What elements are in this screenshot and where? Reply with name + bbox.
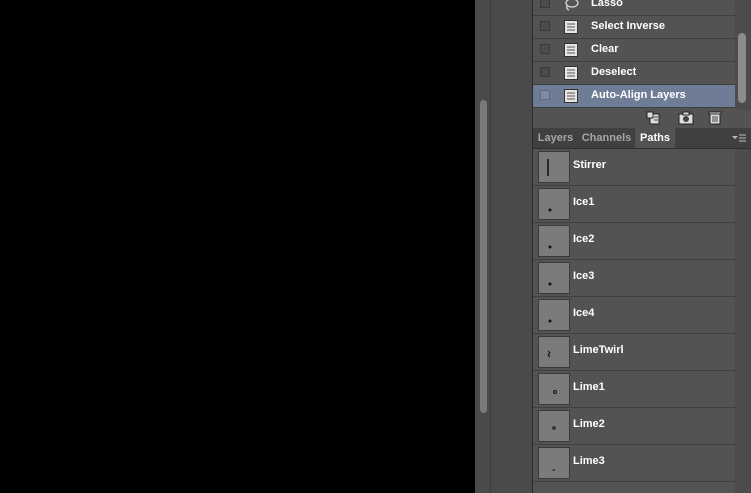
tab-layers[interactable]: Layers bbox=[533, 128, 578, 148]
path-item-lime2[interactable]: Lime2 bbox=[533, 408, 735, 445]
path-item-limetwirl[interactable]: LimeTwirl bbox=[533, 334, 735, 371]
history-item-auto-align-layers[interactable]: Auto-Align Layers bbox=[533, 85, 735, 108]
path-item-stirrer[interactable]: Stirrer bbox=[533, 149, 735, 186]
path-thumbnail bbox=[538, 262, 570, 294]
history-item-label: Deselect bbox=[591, 66, 637, 78]
path-shape bbox=[547, 159, 549, 176]
path-shape bbox=[548, 319, 552, 323]
path-label: Lime3 bbox=[573, 455, 605, 467]
history-source-checkbox[interactable] bbox=[540, 90, 550, 100]
path-shape bbox=[552, 426, 556, 430]
path-thumbnail bbox=[538, 336, 570, 368]
path-shape bbox=[548, 245, 552, 249]
path-thumbnail bbox=[538, 151, 570, 183]
history-panel: Lasso Select Inverse Clear Deselect Auto… bbox=[533, 0, 751, 128]
path-label: Ice4 bbox=[573, 307, 595, 319]
new-document-from-state-icon[interactable] bbox=[646, 111, 662, 125]
path-thumbnail bbox=[538, 225, 570, 257]
history-state-icon bbox=[564, 89, 578, 103]
panel-tab-bar: Layers Channels Paths bbox=[533, 128, 751, 149]
path-thumbnail bbox=[538, 188, 570, 220]
history-item-label: Lasso bbox=[591, 0, 623, 9]
lasso-icon bbox=[565, 0, 579, 11]
history-item-label: Auto-Align Layers bbox=[591, 89, 686, 101]
history-item-deselect[interactable]: Deselect bbox=[533, 62, 735, 85]
tab-channels[interactable]: Channels bbox=[578, 128, 635, 148]
gutter-edge bbox=[490, 0, 491, 493]
history-item-clear[interactable]: Clear bbox=[533, 39, 735, 62]
path-item-lime3[interactable]: Lime3 bbox=[533, 445, 735, 482]
paths-scroll-track[interactable] bbox=[735, 149, 751, 493]
path-thumbnail bbox=[538, 299, 570, 331]
path-label: LimeTwirl bbox=[573, 344, 624, 356]
path-item-ice1[interactable]: Ice1 bbox=[533, 186, 735, 223]
path-item-ice4[interactable]: Ice4 bbox=[533, 297, 735, 334]
path-label: Lime1 bbox=[573, 381, 605, 393]
path-thumbnail bbox=[538, 373, 570, 405]
history-source-checkbox[interactable] bbox=[540, 44, 550, 54]
panel-menu-icon[interactable] bbox=[731, 133, 747, 143]
path-label: Ice3 bbox=[573, 270, 595, 282]
path-shape bbox=[547, 350, 551, 358]
path-item-lime1[interactable]: Lime1 bbox=[533, 371, 735, 408]
path-thumbnail bbox=[538, 447, 570, 479]
history-source-checkbox[interactable] bbox=[540, 21, 550, 31]
path-shape bbox=[548, 282, 552, 286]
document-canvas[interactable] bbox=[0, 0, 475, 493]
path-item-ice3[interactable]: Ice3 bbox=[533, 260, 735, 297]
path-shape bbox=[548, 208, 552, 212]
paths-panel: Stirrer Ice1 Ice2 Ice3 Ice4 LimeTwirl Li… bbox=[533, 149, 751, 493]
history-item-label: Select Inverse bbox=[591, 20, 665, 32]
path-thumbnail bbox=[538, 410, 570, 442]
history-state-icon bbox=[564, 66, 578, 80]
path-shape bbox=[552, 469, 555, 471]
canvas-vertical-scrollbar[interactable] bbox=[480, 100, 487, 413]
path-item-ice2[interactable]: Ice2 bbox=[533, 223, 735, 260]
path-label: Lime2 bbox=[573, 418, 605, 430]
history-item-label: Clear bbox=[591, 43, 619, 55]
history-state-icon bbox=[564, 20, 578, 34]
history-item-lasso[interactable]: Lasso bbox=[533, 0, 735, 16]
tab-paths[interactable]: Paths bbox=[635, 128, 675, 148]
history-item-select-inverse[interactable]: Select Inverse bbox=[533, 16, 735, 39]
trash-icon[interactable] bbox=[707, 111, 723, 125]
path-shape bbox=[553, 390, 557, 394]
history-source-checkbox[interactable] bbox=[540, 67, 550, 77]
path-label: Stirrer bbox=[573, 159, 607, 171]
history-scrollbar-thumb[interactable] bbox=[738, 33, 746, 103]
history-state-icon bbox=[564, 43, 578, 57]
path-label: Ice1 bbox=[573, 196, 595, 208]
history-source-checkbox[interactable] bbox=[540, 0, 550, 8]
path-label: Ice2 bbox=[573, 233, 595, 245]
camera-icon[interactable] bbox=[678, 111, 694, 125]
